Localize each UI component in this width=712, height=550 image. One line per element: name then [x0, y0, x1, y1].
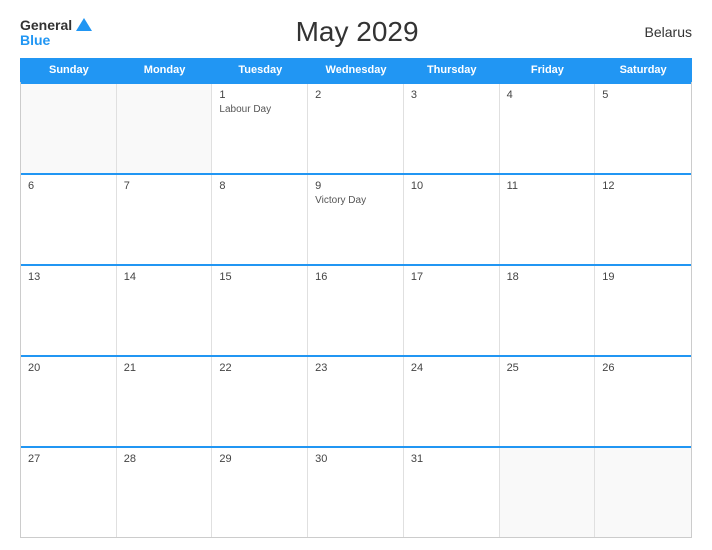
day-number: 7 [124, 180, 205, 192]
day-cell: 28 [117, 448, 213, 537]
day-number: 11 [507, 180, 588, 192]
day-event: Victory Day [315, 194, 396, 207]
calendar-page: General Blue May 2029 Belarus SundayMond… [0, 0, 712, 550]
day-cell: 6 [21, 175, 117, 264]
day-header-saturday: Saturday [595, 59, 691, 81]
day-cell [595, 448, 691, 537]
day-event: Labour Day [219, 103, 300, 116]
day-number: 17 [411, 271, 492, 283]
day-number: 20 [28, 362, 109, 374]
day-number: 22 [219, 362, 300, 374]
week-row-5: 27 28 29 30 31 [21, 446, 691, 537]
day-cell: 27 [21, 448, 117, 537]
page-header: General Blue May 2029 Belarus [20, 16, 692, 48]
weeks-container: 1Labour Day23456789Victory Day1011121314… [20, 82, 692, 538]
day-number: 26 [602, 362, 684, 374]
day-number: 24 [411, 362, 492, 374]
day-number: 25 [507, 362, 588, 374]
day-number: 10 [411, 180, 492, 192]
day-cell: 1 Labour Day [212, 84, 308, 173]
day-number: 14 [124, 271, 205, 283]
logo-row: General [20, 18, 92, 33]
day-number: 9 [315, 180, 396, 192]
day-header-thursday: Thursday [404, 59, 500, 81]
day-number: 31 [411, 453, 492, 465]
day-cell: 31 [404, 448, 500, 537]
day-cell: 15 [212, 266, 308, 355]
day-number: 28 [124, 453, 205, 465]
week-row-4: 20 21 22 23 24 25 26 [21, 355, 691, 446]
day-number: 23 [315, 362, 396, 374]
day-cell: 30 [308, 448, 404, 537]
day-cell: 11 [500, 175, 596, 264]
day-number: 15 [219, 271, 300, 283]
week-row-3: 13 14 15 16 17 18 19 [21, 264, 691, 355]
week-row-1: 1 Labour Day 2 3 4 5 [21, 82, 691, 173]
day-cell: 24 [404, 357, 500, 446]
day-header-tuesday: Tuesday [212, 59, 308, 81]
day-header-friday: Friday [500, 59, 596, 81]
day-number: 19 [602, 271, 684, 283]
logo: General Blue [20, 18, 92, 47]
day-cell: 16 [308, 266, 404, 355]
day-number: 8 [219, 180, 300, 192]
day-header-sunday: Sunday [21, 59, 117, 81]
day-number: 27 [28, 453, 109, 465]
week-row-2: 6 7 8 9 Victory Day 10 11 12 [21, 173, 691, 264]
day-cell: 23 [308, 357, 404, 446]
day-cell: 9 Victory Day [308, 175, 404, 264]
calendar: SundayMondayTuesdayWednesdayThursdayFrid… [20, 58, 692, 538]
country-label: Belarus [622, 24, 692, 40]
day-cell: 13 [21, 266, 117, 355]
day-cell: 26 [595, 357, 691, 446]
day-cell [500, 448, 596, 537]
day-cell: 12 [595, 175, 691, 264]
day-number: 29 [219, 453, 300, 465]
day-cell: 19 [595, 266, 691, 355]
day-cell: 3 [404, 84, 500, 173]
day-number: 13 [28, 271, 109, 283]
day-cell: 25 [500, 357, 596, 446]
day-number: 5 [602, 89, 684, 101]
day-number: 3 [411, 89, 492, 101]
day-number: 12 [602, 180, 684, 192]
day-number: 2 [315, 89, 396, 101]
logo-block: General Blue [20, 18, 92, 47]
day-number: 4 [507, 89, 588, 101]
day-number: 1 [219, 89, 300, 101]
day-number: 18 [507, 271, 588, 283]
day-number: 30 [315, 453, 396, 465]
day-header-wednesday: Wednesday [308, 59, 404, 81]
day-cell: 2 [308, 84, 404, 173]
day-cell [21, 84, 117, 173]
day-headers-row: SundayMondayTuesdayWednesdayThursdayFrid… [20, 58, 692, 82]
day-number: 16 [315, 271, 396, 283]
day-cell: 29 [212, 448, 308, 537]
calendar-title: May 2029 [92, 16, 622, 48]
day-cell: 4 [500, 84, 596, 173]
day-cell: 17 [404, 266, 500, 355]
day-cell [117, 84, 213, 173]
day-cell: 18 [500, 266, 596, 355]
day-cell: 7 [117, 175, 213, 264]
day-header-monday: Monday [117, 59, 213, 81]
logo-blue-text: Blue [20, 33, 50, 47]
logo-general-text: General [20, 18, 72, 32]
day-cell: 22 [212, 357, 308, 446]
day-number: 6 [28, 180, 109, 192]
day-number: 21 [124, 362, 205, 374]
day-cell: 10 [404, 175, 500, 264]
day-cell: 20 [21, 357, 117, 446]
day-cell: 8 [212, 175, 308, 264]
day-cell: 14 [117, 266, 213, 355]
day-cell: 5 [595, 84, 691, 173]
logo-triangle-icon [76, 18, 92, 31]
day-cell: 21 [117, 357, 213, 446]
